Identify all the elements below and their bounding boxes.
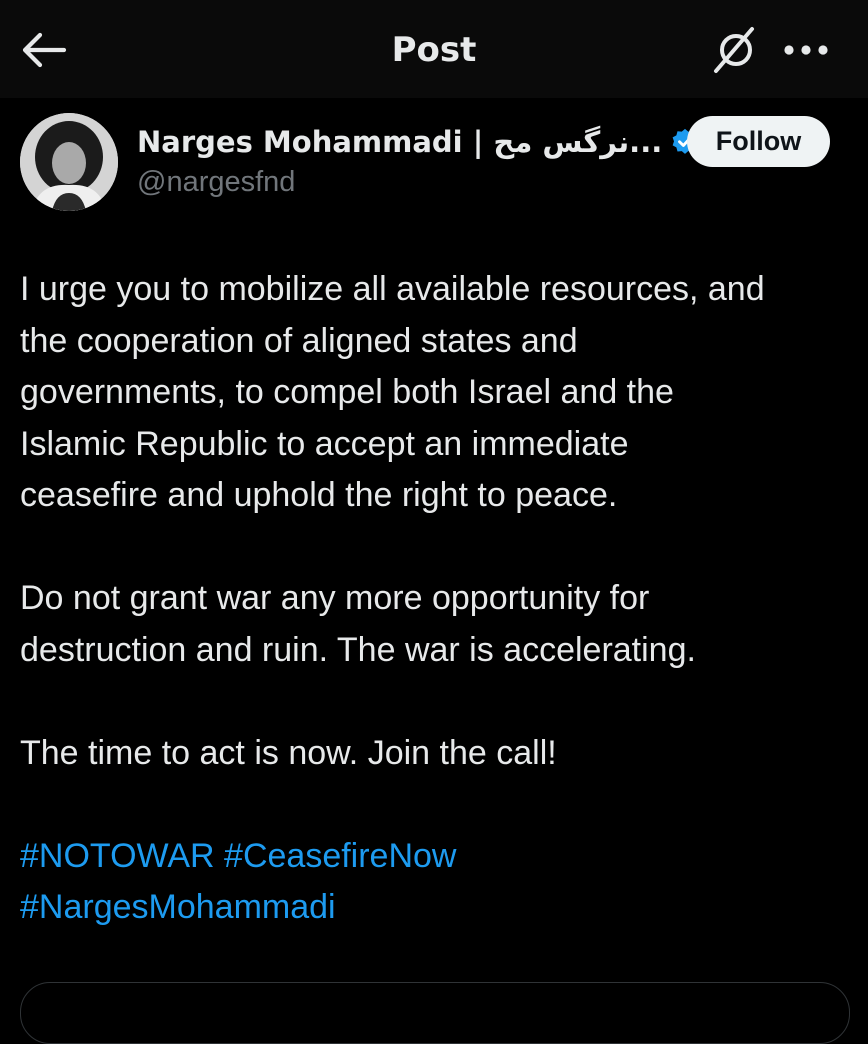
post-line: I urge you to mobilize all available res… [20,270,765,308]
more-horizontal-icon [784,45,828,55]
post-line: destruction and ruin. The war is acceler… [20,630,696,669]
post-paragraph: I urge you to mobilize all available res… [20,264,850,522]
post-line: ceasefire and uphold the right to peace. [20,476,618,514]
post-line: the cooperation of aligned states and [20,321,578,360]
author-name-row[interactable]: Narges Mohammadi | نرگس مح... [137,120,700,164]
grok-button[interactable] [710,26,762,74]
hashtags: #NOTOWAR #CeasefireNow #NargesMohammadi [20,831,850,934]
more-options-button[interactable] [778,26,834,74]
post-text: I urge you to mobilize all available res… [20,264,850,934]
avatar[interactable] [20,113,118,211]
hashtag-link[interactable]: #CeasefireNow [224,837,456,875]
post-line: Do not grant war any more opportunity fo… [20,579,650,617]
post-paragraph: Do not grant war any more opportunity fo… [20,573,850,676]
author-handle[interactable]: @nargesfnd [137,162,295,202]
top-bar: Post [0,0,868,98]
post-line: Islamic Republic to accept an immediate [20,424,629,463]
grok-icon [714,27,754,73]
hashtag-link[interactable]: #NOTOWAR [20,837,215,875]
post-line: The time to act is now. Join the call! [20,733,557,772]
author-name: Narges Mohammadi | نرگس مح... [137,125,663,159]
quoted-card-edge[interactable] [20,982,850,1044]
follow-button[interactable]: Follow [687,116,830,167]
profile-photo-icon [20,113,118,211]
post-line: governments, to compel both Israel and t… [20,373,674,411]
hashtag-link[interactable]: #NargesMohammadi [20,888,336,926]
post-paragraph: The time to act is now. Join the call! [20,728,850,780]
